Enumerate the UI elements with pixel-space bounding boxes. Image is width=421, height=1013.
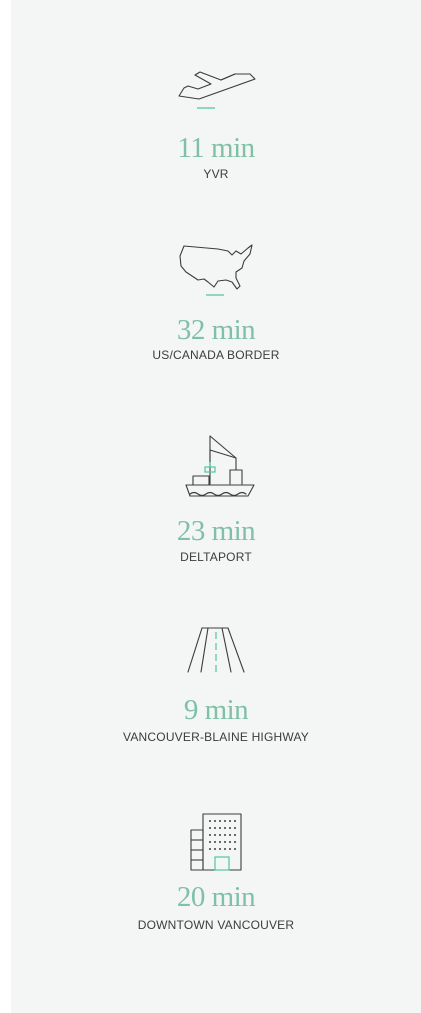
travel-time: 23 min: [176, 515, 256, 547]
travel-time: 11 min: [177, 132, 255, 164]
cargo-ship-crane-icon: [185, 435, 255, 497]
travel-time: 9 min: [183, 694, 249, 726]
destination-label: YVR: [203, 167, 229, 181]
office-building-icon: [190, 813, 242, 871]
usa-map-icon: [179, 244, 253, 296]
airplane-icon: [178, 71, 256, 109]
destination-label: DELTAPORT: [180, 550, 252, 564]
destination-label: US/CANADA BORDER: [152, 348, 280, 362]
destination-label: VANCOUVER-BLAINE HIGHWAY: [123, 730, 309, 744]
destination-label: DOWNTOWN VANCOUVER: [137, 918, 295, 932]
highway-road-icon: [187, 627, 245, 673]
travel-times-panel: 11 min YVR 32 min US/CANADA BORDER 23 mi…: [11, 0, 421, 1013]
travel-time: 20 min: [176, 881, 256, 913]
travel-time: 32 min: [176, 314, 256, 346]
